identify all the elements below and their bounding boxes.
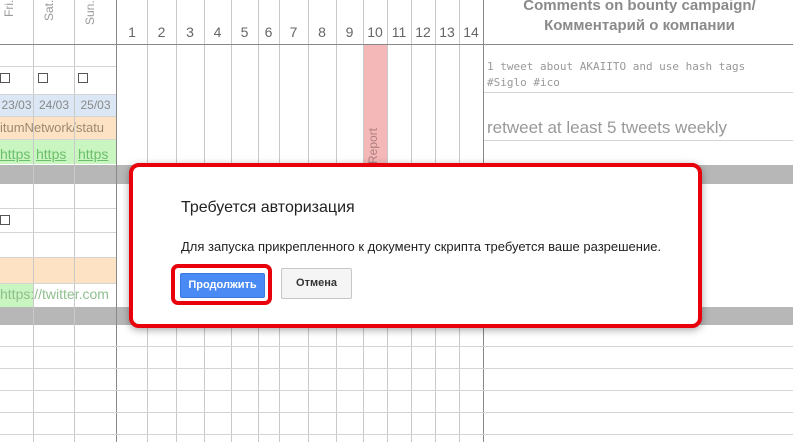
link-sunday[interactable]: https (78, 146, 108, 162)
header-col-12: 12 (415, 24, 431, 40)
authorization-dialog: Требуется авторизация Для запуска прикре… (129, 163, 702, 328)
checkbox-saturday[interactable] (38, 73, 48, 83)
comment-1: 1 tweet about AKAIITO and use hash tags … (487, 60, 746, 89)
comments-header: Comments on bounty campaign/Комментарий … (523, 0, 756, 34)
cancel-button[interactable]: Отмена (281, 268, 352, 299)
link-friday[interactable]: https (0, 146, 30, 162)
date-friday: 23/03 (0, 95, 33, 116)
link-saturday[interactable]: https (36, 146, 66, 162)
header-col-9: 9 (345, 24, 354, 40)
header-col-7: 7 (289, 24, 298, 40)
header-sunday: Sun. (83, 0, 97, 25)
report-label: Report (366, 127, 380, 164)
dialog-title: Требуется авторизация (181, 199, 355, 216)
header-col-2: 2 (157, 24, 166, 40)
header-col-6: 6 (264, 24, 273, 40)
comment-2: retweet at least 5 tweets weekly (487, 118, 728, 137)
header-col-14: 14 (463, 24, 479, 40)
checkbox-friday[interactable] (0, 73, 10, 83)
header-col-1: 1 (128, 24, 136, 40)
twitter-link[interactable]: https://twitter.com (0, 286, 116, 302)
header-col-3: 3 (186, 24, 194, 40)
header-col-13: 13 (439, 24, 455, 40)
header-friday: Fri. (2, 0, 16, 18)
checkbox-lower[interactable] (0, 215, 10, 225)
network-text: itumNetwork/statu (0, 120, 105, 135)
checkbox-sunday[interactable] (78, 73, 88, 83)
dialog-message: Для запуска прикрепленного к документу с… (181, 239, 662, 254)
date-sunday: 25/03 (75, 95, 116, 116)
header-col-4: 4 (213, 24, 222, 40)
date-saturday: 24/03 (34, 95, 74, 116)
header-saturday: Sat. (42, 0, 56, 22)
continue-button[interactable]: Продолжить (180, 273, 265, 298)
lower-orange-row (0, 258, 116, 284)
continue-button-highlight: Продолжить (171, 264, 272, 305)
header-col-11: 11 (391, 24, 407, 40)
header-col-10: 10 (367, 24, 383, 40)
header-col-5: 5 (240, 24, 249, 40)
header-col-8: 8 (318, 24, 326, 40)
